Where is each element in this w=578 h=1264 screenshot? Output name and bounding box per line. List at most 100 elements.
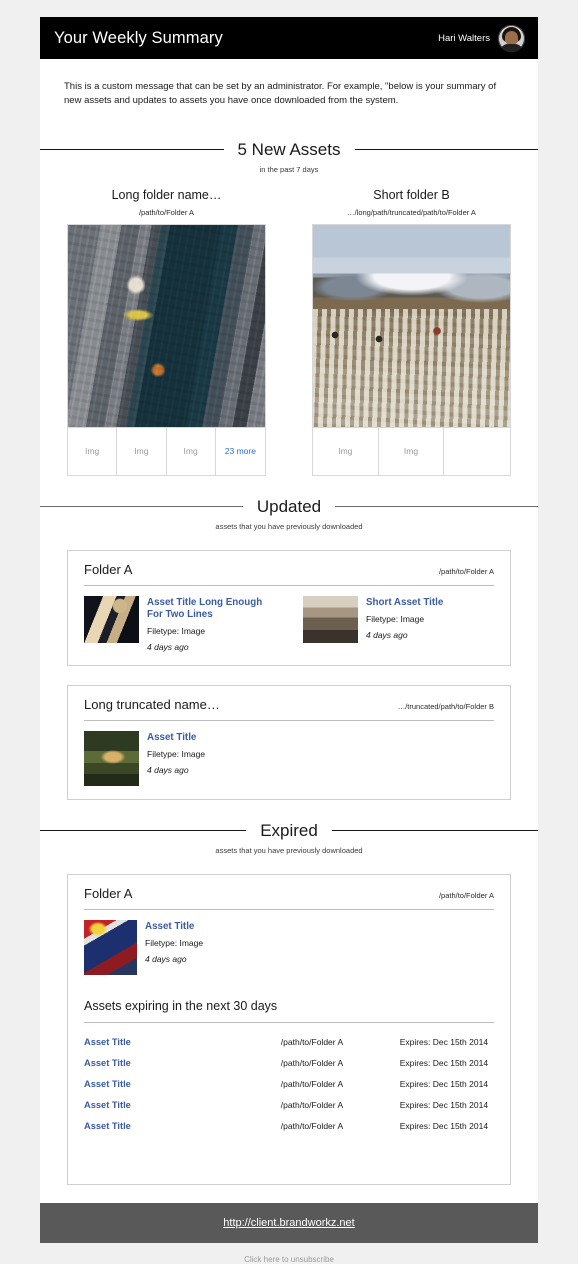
divider-left: [40, 829, 247, 831]
folder-path: …/long/path/truncated/path/to/Folder A: [347, 207, 476, 217]
thumbnail-empty-cell: [444, 428, 510, 475]
expiring-asset-date: Expires: Dec 15th 2014: [399, 1121, 489, 1132]
folder-title[interactable]: Folder A: [84, 886, 132, 901]
page-title: Your Weekly Summary: [54, 28, 223, 47]
table-row[interactable]: Asset Title /path/to/Folder A Expires: D…: [84, 1032, 494, 1053]
new-assets-subheading: in the past 7 days: [259, 164, 319, 174]
table-row[interactable]: Asset Title /path/to/Folder A Expires: D…: [84, 1053, 494, 1074]
house-landscape-photo-icon[interactable]: [84, 730, 139, 786]
card-bottom-spacer: [84, 1137, 494, 1171]
table-row[interactable]: Asset Title /path/to/Folder A Expires: D…: [84, 1095, 494, 1116]
updated-folder-card: Folder A /path/to/Folder A Asset Title L…: [67, 549, 511, 666]
gym-interior-photo-icon[interactable]: [303, 595, 358, 643]
expiring-asset-path: /path/to/Folder A: [280, 1037, 344, 1048]
expired-subheading: assets that you have previously download…: [215, 845, 363, 855]
avatar-shirt: [500, 43, 523, 52]
asset-timestamp: 4 days ago: [366, 629, 408, 640]
table-row[interactable]: Asset Title /path/to/Folder A Expires: D…: [84, 1116, 494, 1137]
asset-item[interactable]: Asset Title Filetype: Image 4 days ago: [84, 919, 289, 975]
asset-filetype: Filetype: Image: [366, 613, 425, 624]
folder-name[interactable]: Short folder B: [312, 188, 511, 203]
asset-item[interactable]: Short Asset Title Filetype: Image 4 days…: [303, 595, 494, 652]
section-new-assets: 5 New Assets in the past 7 days Long fol…: [40, 131, 538, 476]
asset-item[interactable]: Asset Title Long Enough For Two Lines Fi…: [84, 595, 275, 652]
more-assets-link[interactable]: 23 more: [216, 428, 265, 475]
expiring-asset-path: /path/to/Folder A: [280, 1079, 344, 1090]
new-assets-heading: 5 New Assets: [237, 139, 341, 159]
asset-row: Asset Title Filetype: Image 4 days ago: [84, 721, 494, 786]
updated-heading: Updated: [256, 496, 322, 516]
site-url-link[interactable]: http://client.brandworkz.net: [223, 1217, 354, 1229]
thumbnail-placeholder[interactable]: Img: [313, 427, 379, 475]
expiring-asset-title-link[interactable]: Asset Title: [84, 1032, 281, 1053]
thumbnail-placeholder[interactable]: Img: [68, 427, 118, 475]
folder-path: /path/to/Folder A: [438, 890, 494, 900]
user-area[interactable]: Hari Walters: [438, 24, 525, 52]
thumbnail-placeholder[interactable]: Img: [167, 427, 216, 475]
divider-left: [40, 148, 224, 150]
divider-right: [331, 829, 539, 831]
asset-filetype: Filetype: Image: [145, 938, 204, 949]
user-avatar-photo-icon[interactable]: [498, 24, 525, 52]
expired-folder-card: Folder A /path/to/Folder A Asset Title F…: [67, 873, 511, 1185]
card-header: Folder A /path/to/Folder A: [84, 562, 494, 586]
expiring-asset-date: Expires: Dec 15th 2014: [399, 1100, 489, 1111]
asset-meta: Asset Title Filetype: Image 4 days ago: [147, 731, 205, 786]
asset-item[interactable]: Asset Title Filetype: Image 4 days ago: [84, 730, 289, 786]
race-car-photo-icon[interactable]: [84, 919, 137, 975]
aerial-waterfront-city-photo-icon[interactable]: [67, 223, 266, 427]
expiring-asset-path: /path/to/Folder A: [280, 1100, 344, 1111]
email-footer: http://client.brandworkz.net: [40, 1202, 538, 1243]
expiring-asset-path: /path/to/Folder A: [280, 1058, 344, 1069]
updated-header: Updated: [40, 498, 538, 515]
asset-filetype: Filetype: Image: [147, 625, 206, 636]
folder-path: /path/to/Folder A: [138, 207, 195, 217]
asset-meta: Short Asset Title Filetype: Image 4 days…: [366, 596, 443, 652]
divider-left: [40, 505, 243, 507]
asset-title-link[interactable]: Asset Title: [147, 732, 205, 744]
intro-message: This is a custom message that can be set…: [64, 81, 497, 107]
expiring-asset-title-link[interactable]: Asset Title: [84, 1053, 281, 1074]
expiring-asset-title-link[interactable]: Asset Title: [84, 1074, 281, 1095]
expiring-assets-table: Asset Title /path/to/Folder A Expires: D…: [84, 1032, 494, 1137]
folder-name[interactable]: Long folder name…: [67, 188, 266, 203]
card-header: Folder A /path/to/Folder A: [84, 886, 494, 910]
divider-right: [335, 505, 538, 507]
expiring-asset-path: /path/to/Folder A: [280, 1121, 344, 1132]
unsubscribe-link[interactable]: Click here to unsubscribe: [28, 1243, 550, 1264]
asset-timestamp: 4 days ago: [147, 641, 189, 652]
asset-title-link[interactable]: Asset Title: [145, 921, 203, 933]
snow-mountain-sheep-herd-photo-icon[interactable]: [312, 223, 511, 427]
folder-title[interactable]: Long truncated name…: [84, 697, 220, 712]
expiring-asset-title-link[interactable]: Asset Title: [84, 1095, 281, 1116]
expiring-asset-date: Expires: Dec 15th 2014: [399, 1037, 489, 1048]
asset-title-link[interactable]: Short Asset Title: [366, 597, 443, 609]
email-masthead: Your Weekly Summary Hari Walters: [40, 17, 538, 59]
new-assets-header: 5 New Assets: [40, 141, 538, 158]
folder-title[interactable]: Folder A: [84, 562, 132, 577]
folder-path: …/truncated/path/to/Folder B: [397, 701, 494, 711]
card-header: Long truncated name… …/truncated/path/to…: [84, 697, 494, 721]
thumbnail-placeholder[interactable]: Img: [117, 427, 167, 475]
new-assets-grid: Long folder name… /path/to/Folder A Img …: [40, 174, 538, 476]
email-page: Your Weekly Summary Hari Walters This is…: [0, 0, 578, 1264]
new-folder-column: Short folder B …/long/path/truncated/pat…: [312, 188, 511, 476]
asset-filetype: Filetype: Image: [147, 749, 206, 760]
fitness-dumbbell-photo-icon[interactable]: [84, 595, 139, 643]
thumbnail-strip: Img Img: [312, 426, 511, 476]
section-expired: Expired assets that you have previously …: [40, 800, 539, 1185]
asset-meta: Asset Title Filetype: Image 4 days ago: [145, 920, 203, 975]
asset-meta: Asset Title Long Enough For Two Lines Fi…: [147, 596, 275, 652]
section-updated: Updated assets that you have previously …: [40, 476, 538, 800]
expired-heading: Expired: [260, 820, 318, 840]
folder-path: /path/to/Folder A: [438, 566, 494, 576]
asset-timestamp: 4 days ago: [147, 765, 189, 776]
updated-folder-card: Long truncated name… …/truncated/path/to…: [67, 684, 511, 800]
email-container: Your Weekly Summary Hari Walters This is…: [40, 17, 539, 1243]
user-name: Hari Walters: [438, 32, 490, 44]
thumbnail-placeholder[interactable]: Img: [379, 427, 445, 475]
table-row[interactable]: Asset Title /path/to/Folder A Expires: D…: [84, 1074, 494, 1095]
expiring-asset-title-link[interactable]: Asset Title: [84, 1116, 281, 1137]
asset-timestamp: 4 days ago: [145, 954, 187, 965]
asset-title-link[interactable]: Asset Title Long Enough For Two Lines: [147, 597, 275, 621]
